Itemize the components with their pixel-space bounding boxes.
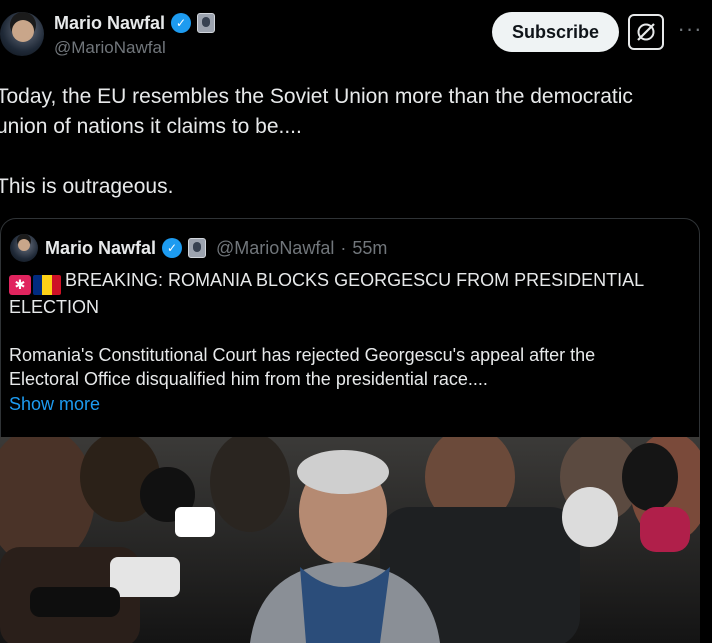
- author-name[interactable]: Mario Nawfal: [54, 12, 165, 34]
- quoted-text: ✱ BREAKING: ROMANIA BLOCKS GEORGESCU FROM…: [9, 268, 689, 391]
- quoted-photo[interactable]: [0, 437, 700, 643]
- subscribe-button[interactable]: Subscribe: [492, 12, 619, 52]
- post-text-line2: union of nations it claims to be....: [0, 115, 302, 138]
- quoted-body-line1: Romania's Constitutional Court has rejec…: [9, 345, 596, 365]
- affiliate-badge-icon: [188, 238, 207, 258]
- verified-badge-icon: ✓: [171, 13, 192, 33]
- grok-symbol: [637, 23, 655, 41]
- quoted-author-handle[interactable]: @MarioNawfal: [216, 236, 334, 260]
- post-text: Today, the EU resembles the Soviet Union…: [0, 82, 706, 202]
- more-icon[interactable]: ···: [676, 18, 704, 44]
- grok-icon[interactable]: [628, 14, 664, 50]
- quoted-author-name[interactable]: Mario Nawfal: [45, 236, 156, 260]
- post-text-line3: This is outrageous.: [0, 175, 174, 198]
- author-block: Mario Nawfal ✓ @MarioNawfal: [54, 12, 216, 60]
- quoted-headline-line1: BREAKING: ROMANIA BLOCKS GEORGESCU FROM …: [65, 270, 645, 290]
- author-handle[interactable]: @MarioNawfal: [54, 36, 215, 60]
- siren-icon: ✱: [9, 275, 31, 295]
- quoted-body-line2: Electoral Office disqualified him from t…: [9, 369, 488, 389]
- quoted-headline-line2: ELECTION: [9, 297, 100, 317]
- show-more-link[interactable]: Show more: [9, 394, 100, 415]
- romania-flag-icon: [33, 275, 61, 295]
- post-text-line1: Today, the EU resembles the Soviet Union…: [0, 85, 633, 108]
- verified-badge-icon: ✓: [162, 238, 183, 258]
- post: Mario Nawfal ✓ @MarioNawfal Subscribe ··…: [0, 0, 712, 643]
- author-avatar[interactable]: [0, 12, 44, 56]
- quoted-author-row: Mario Nawfal ✓ @MarioNawfal · 55m: [45, 236, 387, 260]
- author-name-row: Mario Nawfal ✓: [54, 12, 216, 34]
- quoted-timestamp[interactable]: 55m: [352, 236, 387, 260]
- quoted-author-avatar[interactable]: [10, 234, 38, 262]
- emoji-group: ✱: [9, 275, 61, 295]
- quoted-headline: ✱ BREAKING: ROMANIA BLOCKS GEORGESCU FROM…: [9, 268, 689, 295]
- press-scrum-image: [0, 437, 700, 643]
- separator-dot: ·: [340, 238, 347, 258]
- affiliate-badge-icon: [197, 13, 216, 33]
